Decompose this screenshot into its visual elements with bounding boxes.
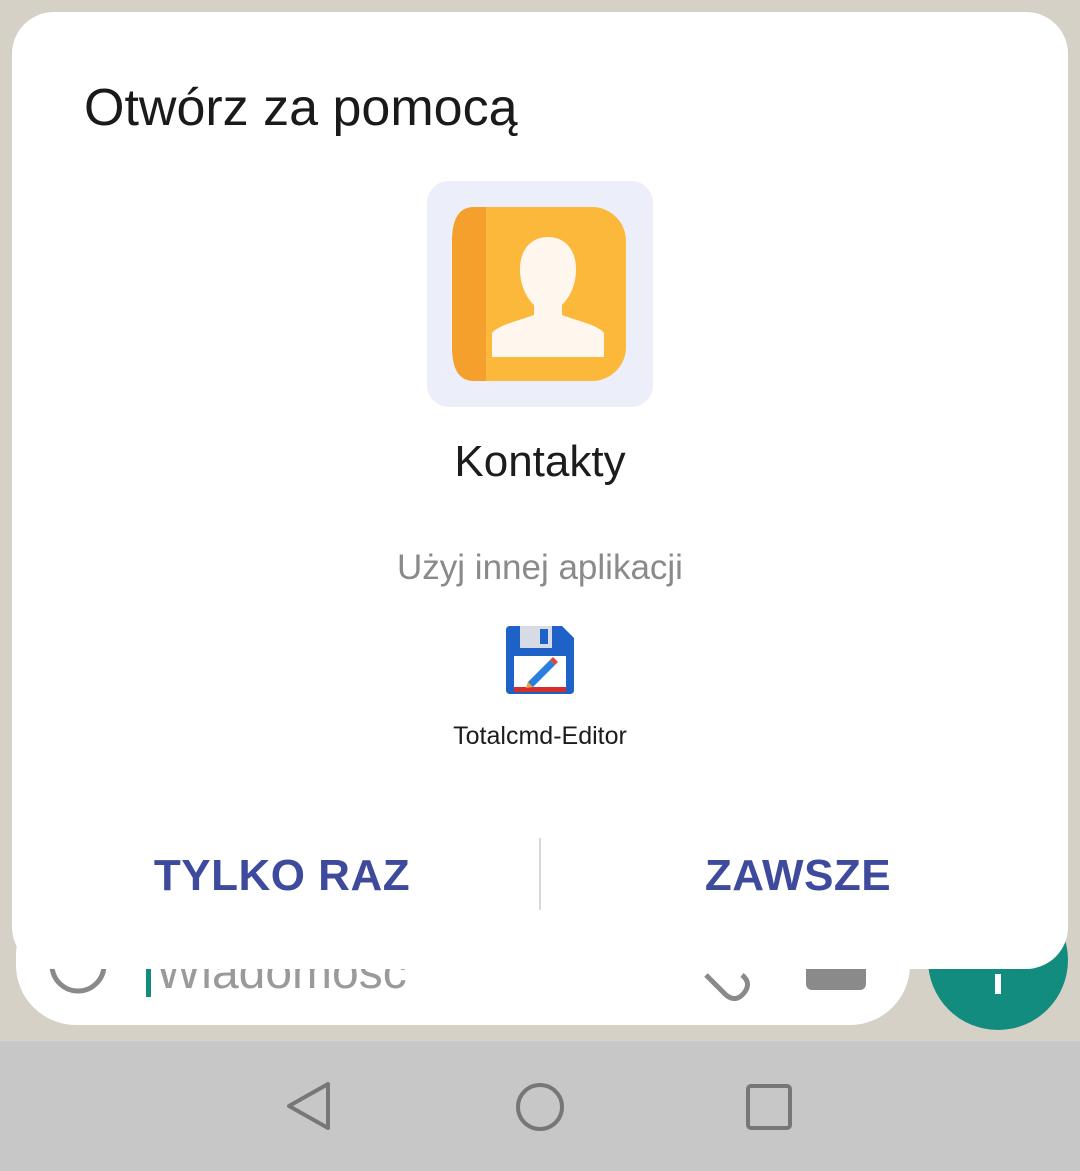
alt-app-name: Totalcmd-Editor xyxy=(453,722,627,750)
other-apps-label: Użyj innej aplikacji xyxy=(397,548,683,587)
dialog-title: Otwórz za pomocą xyxy=(84,79,518,137)
primary-app-tile[interactable] xyxy=(427,181,653,407)
button-divider xyxy=(539,838,541,910)
recent-apps-icon[interactable] xyxy=(745,1083,793,1131)
primary-app-name[interactable]: Kontakty xyxy=(12,437,1068,487)
just-once-button[interactable]: TYLKO RAZ xyxy=(82,848,482,904)
open-with-dialog: Otwórz za pomocą Kontakty Użyj innej apl… xyxy=(12,12,1068,969)
alt-app-item[interactable]: Totalcmd-Editor xyxy=(392,624,688,764)
home-icon[interactable] xyxy=(514,1081,566,1133)
back-icon[interactable] xyxy=(284,1081,334,1131)
navigation-bar xyxy=(0,1041,1080,1171)
floppy-edit-icon xyxy=(506,626,574,694)
contacts-icon xyxy=(452,207,626,381)
always-button[interactable]: ZAWSZE xyxy=(598,848,998,904)
